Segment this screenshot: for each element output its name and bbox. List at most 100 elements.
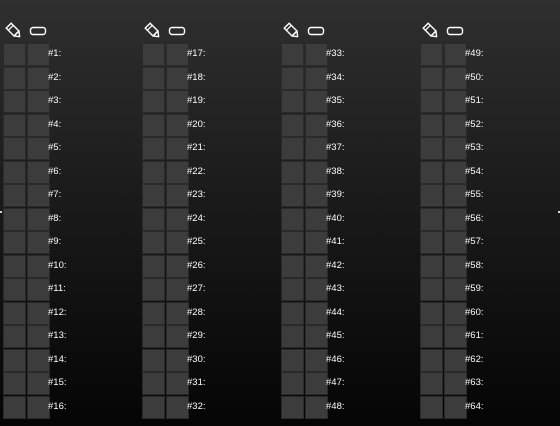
step-cell[interactable] xyxy=(444,207,467,231)
step-cell[interactable] xyxy=(142,231,165,254)
step-cell[interactable] xyxy=(3,325,26,348)
step-cell[interactable] xyxy=(420,348,443,372)
eraser-icon[interactable] xyxy=(28,21,48,41)
step-cell[interactable] xyxy=(305,160,328,184)
step-cell[interactable] xyxy=(142,348,165,372)
step-cell[interactable] xyxy=(142,90,165,113)
step-cell[interactable] xyxy=(142,301,165,325)
step-cell[interactable] xyxy=(420,184,443,207)
step-cell[interactable] xyxy=(281,113,304,137)
step-cell[interactable] xyxy=(444,43,467,66)
step-cell[interactable] xyxy=(3,66,26,90)
step-cell[interactable] xyxy=(305,278,328,301)
step-cell[interactable] xyxy=(444,372,467,395)
step-cell[interactable] xyxy=(142,325,165,348)
step-cell[interactable] xyxy=(420,395,443,419)
step-cell[interactable] xyxy=(305,395,328,419)
pencil-icon[interactable] xyxy=(143,21,163,41)
step-cell[interactable] xyxy=(305,66,328,90)
step-cell[interactable] xyxy=(142,137,165,160)
step-cell[interactable] xyxy=(166,395,189,419)
step-cell[interactable] xyxy=(444,278,467,301)
step-cell[interactable] xyxy=(420,278,443,301)
step-cell[interactable] xyxy=(27,278,50,301)
step-cell[interactable] xyxy=(444,160,467,184)
step-cell[interactable] xyxy=(27,395,50,419)
eraser-icon[interactable] xyxy=(445,21,465,41)
step-cell[interactable] xyxy=(142,184,165,207)
pencil-icon[interactable] xyxy=(421,21,441,41)
step-cell[interactable] xyxy=(281,278,304,301)
step-cell[interactable] xyxy=(3,278,26,301)
step-cell[interactable] xyxy=(444,137,467,160)
step-cell[interactable] xyxy=(166,113,189,137)
step-cell[interactable] xyxy=(3,43,26,66)
step-cell[interactable] xyxy=(420,231,443,254)
step-cell[interactable] xyxy=(27,301,50,325)
step-cell[interactable] xyxy=(166,372,189,395)
step-cell[interactable] xyxy=(420,113,443,137)
step-cell[interactable] xyxy=(3,160,26,184)
step-cell[interactable] xyxy=(281,301,304,325)
step-cell[interactable] xyxy=(305,231,328,254)
step-cell[interactable] xyxy=(27,325,50,348)
step-cell[interactable] xyxy=(142,113,165,137)
step-cell[interactable] xyxy=(444,301,467,325)
step-cell[interactable] xyxy=(281,231,304,254)
step-cell[interactable] xyxy=(27,160,50,184)
step-cell[interactable] xyxy=(444,90,467,113)
step-cell[interactable] xyxy=(166,66,189,90)
step-cell[interactable] xyxy=(420,137,443,160)
eraser-icon[interactable] xyxy=(167,21,187,41)
step-cell[interactable] xyxy=(305,325,328,348)
step-cell[interactable] xyxy=(281,395,304,419)
step-cell[interactable] xyxy=(305,137,328,160)
step-cell[interactable] xyxy=(420,90,443,113)
step-cell[interactable] xyxy=(3,395,26,419)
step-cell[interactable] xyxy=(166,278,189,301)
step-cell[interactable] xyxy=(281,90,304,113)
step-cell[interactable] xyxy=(305,184,328,207)
step-cell[interactable] xyxy=(3,90,26,113)
step-cell[interactable] xyxy=(420,43,443,66)
step-cell[interactable] xyxy=(444,231,467,254)
step-cell[interactable] xyxy=(27,372,50,395)
step-cell[interactable] xyxy=(142,160,165,184)
step-cell[interactable] xyxy=(444,254,467,278)
step-cell[interactable] xyxy=(305,207,328,231)
step-cell[interactable] xyxy=(305,90,328,113)
step-cell[interactable] xyxy=(27,207,50,231)
step-cell[interactable] xyxy=(420,207,443,231)
pencil-icon[interactable] xyxy=(4,21,24,41)
step-cell[interactable] xyxy=(281,66,304,90)
pencil-icon[interactable] xyxy=(282,21,302,41)
step-cell[interactable] xyxy=(305,348,328,372)
step-cell[interactable] xyxy=(27,66,50,90)
step-cell[interactable] xyxy=(27,348,50,372)
step-cell[interactable] xyxy=(3,254,26,278)
step-cell[interactable] xyxy=(27,254,50,278)
step-cell[interactable] xyxy=(281,325,304,348)
step-cell[interactable] xyxy=(281,160,304,184)
step-cell[interactable] xyxy=(166,254,189,278)
step-cell[interactable] xyxy=(3,348,26,372)
step-cell[interactable] xyxy=(166,348,189,372)
step-cell[interactable] xyxy=(142,254,165,278)
step-cell[interactable] xyxy=(305,372,328,395)
step-cell[interactable] xyxy=(3,231,26,254)
step-cell[interactable] xyxy=(420,66,443,90)
step-cell[interactable] xyxy=(166,137,189,160)
step-cell[interactable] xyxy=(166,43,189,66)
step-cell[interactable] xyxy=(420,372,443,395)
step-cell[interactable] xyxy=(281,43,304,66)
step-cell[interactable] xyxy=(444,348,467,372)
step-cell[interactable] xyxy=(27,43,50,66)
eraser-icon[interactable] xyxy=(306,21,326,41)
step-cell[interactable] xyxy=(142,372,165,395)
step-cell[interactable] xyxy=(444,395,467,419)
step-cell[interactable] xyxy=(142,278,165,301)
step-cell[interactable] xyxy=(281,137,304,160)
step-cell[interactable] xyxy=(27,113,50,137)
step-cell[interactable] xyxy=(27,90,50,113)
step-cell[interactable] xyxy=(3,372,26,395)
